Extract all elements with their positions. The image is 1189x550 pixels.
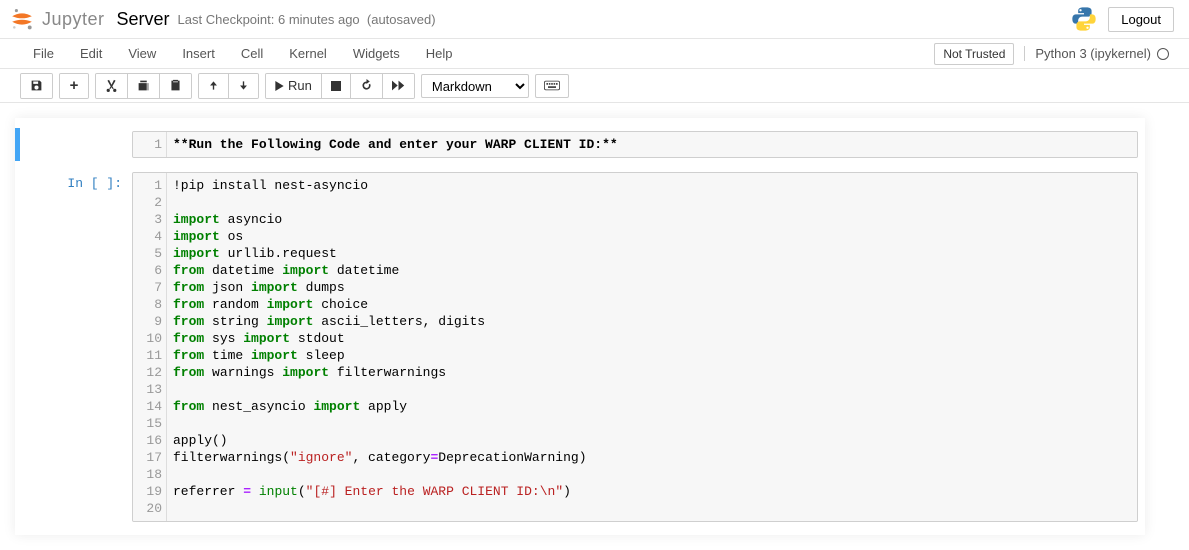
kernel-indicator-icon <box>1157 48 1169 60</box>
move-up-button[interactable] <box>199 74 229 98</box>
notebook-container: 1 **Run the Following Code and enter you… <box>15 118 1145 535</box>
line-gutter: 1 <box>133 132 167 157</box>
code-source[interactable]: !pip install nest-asyncio import asyncio… <box>167 173 1137 521</box>
trust-indicator[interactable]: Not Trusted <box>934 43 1014 65</box>
line-gutter: 1234567891011121314151617181920 <box>133 173 167 521</box>
menu-cell[interactable]: Cell <box>228 40 276 67</box>
code-cell[interactable]: In [ ]: 1234567891011121314151617181920 … <box>15 169 1145 525</box>
cell-prompt <box>22 131 132 158</box>
interrupt-button[interactable] <box>322 74 351 98</box>
insert-cell-button[interactable]: + <box>60 74 88 98</box>
cell-prompt: In [ ]: <box>22 172 132 522</box>
notebook-name[interactable]: Server <box>117 9 170 30</box>
copy-button[interactable] <box>128 74 160 98</box>
save-button[interactable] <box>21 74 52 98</box>
python-logo-icon <box>1070 5 1108 33</box>
menu-insert[interactable]: Insert <box>169 40 228 67</box>
logout-button[interactable]: Logout <box>1108 7 1174 32</box>
menu-widgets[interactable]: Widgets <box>340 40 413 67</box>
menubar: FileEditViewInsertCellKernelWidgetsHelp … <box>0 39 1189 69</box>
run-button[interactable]: Run <box>266 74 322 98</box>
jupyter-logo-icon <box>8 5 36 33</box>
toolbar: + Run Markdow <box>0 69 1189 103</box>
menu-file[interactable]: File <box>20 40 67 67</box>
cell-type-select[interactable]: Markdown <box>421 74 529 98</box>
cut-button[interactable] <box>96 74 128 98</box>
restart-button[interactable] <box>351 74 383 98</box>
checkpoint-status: Last Checkpoint: 6 minutes ago (autosave… <box>178 12 436 27</box>
kernel-name[interactable]: Python 3 (ipykernel) <box>1024 46 1151 61</box>
notebook-area: 1 **Run the Following Code and enter you… <box>0 103 1189 550</box>
paste-button[interactable] <box>160 74 191 98</box>
cell-input-area[interactable]: 1234567891011121314151617181920 !pip ins… <box>132 172 1138 522</box>
cell-input-area[interactable]: 1 **Run the Following Code and enter you… <box>132 131 1138 158</box>
menu-kernel[interactable]: Kernel <box>276 40 340 67</box>
menu-help[interactable]: Help <box>413 40 466 67</box>
command-palette-button[interactable] <box>535 74 569 98</box>
logo-group: Jupyter <box>8 5 105 33</box>
markdown-cell[interactable]: 1 **Run the Following Code and enter you… <box>15 128 1145 161</box>
move-down-button[interactable] <box>229 74 258 98</box>
markdown-source[interactable]: **Run the Following Code and enter your … <box>167 132 1137 157</box>
menu-edit[interactable]: Edit <box>67 40 115 67</box>
header: Jupyter Server Last Checkpoint: 6 minute… <box>0 0 1189 39</box>
jupyter-word[interactable]: Jupyter <box>42 9 105 30</box>
menu-view[interactable]: View <box>115 40 169 67</box>
restart-run-all-button[interactable] <box>383 74 414 98</box>
